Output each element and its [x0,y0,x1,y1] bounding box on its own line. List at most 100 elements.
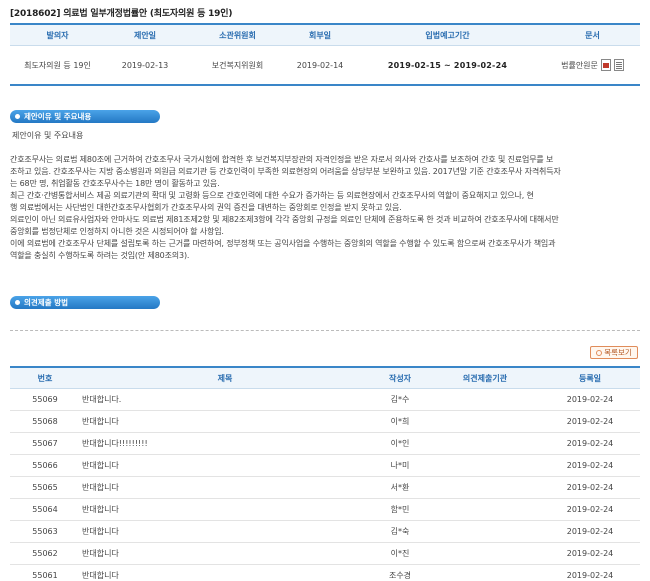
reason-line: 조하고 있음. 간호조무사는 지방 중소병원과 의원급 의료기관 등 간호인력이… [10,167,561,176]
row-number: 55066 [32,461,58,470]
row-date: 2019-02-24 [566,461,614,470]
row-org [430,477,540,498]
row-org [430,565,540,581]
pdf-file-icon[interactable] [613,59,624,71]
row-author: 이*진 [390,549,410,558]
proposer: 최도자의원 등 19인 [24,60,91,70]
row-date: 2019-02-24 [566,439,614,448]
bill-table-header: 발의자 제안일 소관위원회 회부일 입법예고기간 문서 [10,25,640,46]
referral-date: 2019-02-14 [296,60,344,70]
row-title-link[interactable]: 반대합니다 [80,455,370,476]
opinion-section-badge: 의견제출 방법 [10,296,160,309]
row-org [430,389,540,410]
opinion-table: 번호 제목 작성자 의견제출기관 등록일 55069 반대합니다. 김*수 2019-… [10,366,640,581]
reason-line: 중앙회를 법정단체로 인정하지 아니한 것은 시정되어야 할 사항임. [10,227,224,236]
row-date: 2019-02-24 [566,483,614,492]
table-row[interactable]: 55066 반대합니다 나*미 2019-02-24 [10,455,640,477]
row-number: 55067 [32,439,58,448]
reason-section-badge: 제안이유 및 주요내용 [10,110,160,123]
header-date: 등록일 [578,373,602,383]
row-org [430,411,540,432]
row-date: 2019-02-24 [566,527,614,536]
row-number: 55063 [32,527,58,536]
table-row[interactable]: 55062 반대합니다 이*진 2019-02-24 [10,543,640,565]
reason-line: 이에 의료법에 간호조무사 단체를 설립토록 하는 근거를 마련하여, 정부정책… [10,239,556,248]
row-author: 나*미 [390,461,410,470]
reason-body: 간호조무사는 의료법 제80조에 근거하여 간호조무사 국가시험에 합격한 후 … [10,154,640,262]
header-proposer: 발의자 [46,30,69,40]
row-number: 55069 [32,395,58,404]
row-date: 2019-02-24 [566,549,614,558]
opinion-table-body: 55069 반대합니다. 김*수 2019-02-24 55068 반대합니다 이*희 201… [10,389,640,581]
row-date: 2019-02-24 [566,505,614,514]
section-divider [10,330,640,331]
table-row[interactable]: 55061 반대합니다 조수경 2019-02-24 [10,565,640,581]
table-row[interactable]: 55064 반대합니다 함*민 2019-02-24 [10,499,640,521]
row-number: 55065 [32,483,58,492]
document-cell: 법률안원문 [545,46,640,84]
row-date: 2019-02-24 [566,395,614,404]
reason-line: 의료인이 아닌 의료유사업자와 안마사도 의료법 제81조제2항 및 제82조제… [10,215,559,224]
row-title-link[interactable]: 반대합니다 [80,521,370,542]
row-date: 2019-02-24 [566,417,614,426]
row-org [430,455,540,476]
header-number: 번호 [37,373,53,383]
row-title-link[interactable]: 반대합니다 [80,565,370,581]
table-row[interactable]: 55065 반대합니다 서*환 2019-02-24 [10,477,640,499]
hwp-file-icon[interactable] [600,59,611,71]
row-title-link[interactable]: 반대합니다!!!!!!!!! [80,433,370,454]
proposal-date: 2019-02-13 [121,60,169,70]
row-title-link[interactable]: 반대합니다 [80,543,370,564]
table-row[interactable]: 55063 반대합니다 김*숙 2019-02-24 [10,521,640,543]
header-notice-period: 입법예고기간 [425,30,470,40]
row-author: 조수경 [388,571,412,580]
row-author: 이*인 [390,439,410,448]
opinion-badge-label: 의견제출 방법 [24,298,69,307]
header-document: 문서 [585,30,600,40]
row-author: 함*민 [390,505,410,514]
table-row[interactable]: 55069 반대합니다. 김*수 2019-02-24 [10,389,640,411]
bill-table-row: 최도자의원 등 19인 2019-02-13 보건복지위원회 2019-02-1… [10,46,640,86]
row-number: 55064 [32,505,58,514]
header-referral-date: 회부일 [308,30,332,40]
reason-line: 는 68만 명, 취업활동 간호조무사수는 18만 명이 활동하고 있음. [10,179,220,188]
row-org [430,499,540,520]
committee: 보건복지위원회 [211,60,264,70]
reason-line: 간호조무사는 의료법 제80조에 근거하여 간호조무사 국가시험에 합격한 후 … [10,155,554,164]
row-author: 김*수 [390,395,410,404]
row-number: 55068 [32,417,58,426]
bill-info-table: 발의자 제안일 소관위원회 회부일 입법예고기간 문서 최도자의원 등 19인 … [10,23,640,86]
header-author: 작성자 [388,373,412,383]
notice-period: 2019-02-15 ~ 2019-02-24 [387,60,508,70]
row-title-link[interactable]: 반대합니다 [80,477,370,498]
row-org [430,433,540,454]
list-view-button[interactable]: 목록보기 [590,346,638,359]
opinion-table-header: 번호 제목 작성자 의견제출기관 등록일 [10,368,640,389]
reason-line: 행 의료법에서는 사단법인 대한간호조무사협회가 간호조무사의 권익 증진을 대… [10,203,402,212]
table-row[interactable]: 55068 반대합니다 이*희 2019-02-24 [10,411,640,433]
reason-line: 역할을 충실히 수행하도록 하려는 것임(안 제80조의3). [10,251,190,260]
row-org [430,543,540,564]
reason-badge-label: 제안이유 및 주요내용 [24,112,92,121]
row-number: 55062 [32,549,58,558]
header-org: 의견제출기관 [462,373,508,383]
header-proposal-date: 제안일 [133,30,157,40]
list-view-label: 목록보기 [604,348,632,357]
page-title: [2018602] 의료법 일부개정법률안 (최도자의원 등 19인) [10,9,233,19]
list-icon [596,349,603,356]
row-date: 2019-02-24 [566,571,614,580]
reason-line: 최근 간호·간병통합서비스 제공 의료기관의 확대 및 고령화 등으로 간호인력… [10,191,534,200]
row-author: 김*숙 [390,527,410,536]
row-title-link[interactable]: 반대합니다 [80,499,370,520]
header-title: 제목 [217,373,233,383]
reason-label: 제안이유 및 주요내용 [12,131,84,140]
row-number: 55061 [32,571,58,580]
header-committee: 소관위원회 [219,30,256,40]
row-author: 이*희 [390,417,410,426]
row-title-link[interactable]: 반대합니다 [80,411,370,432]
table-row[interactable]: 55067 반대합니다!!!!!!!!! 이*인 2019-02-24 [10,433,640,455]
document-label: 법률안원문 [561,60,598,70]
row-author: 서*환 [390,483,410,492]
row-title-link[interactable]: 반대합니다. [80,389,370,410]
row-org [430,521,540,542]
